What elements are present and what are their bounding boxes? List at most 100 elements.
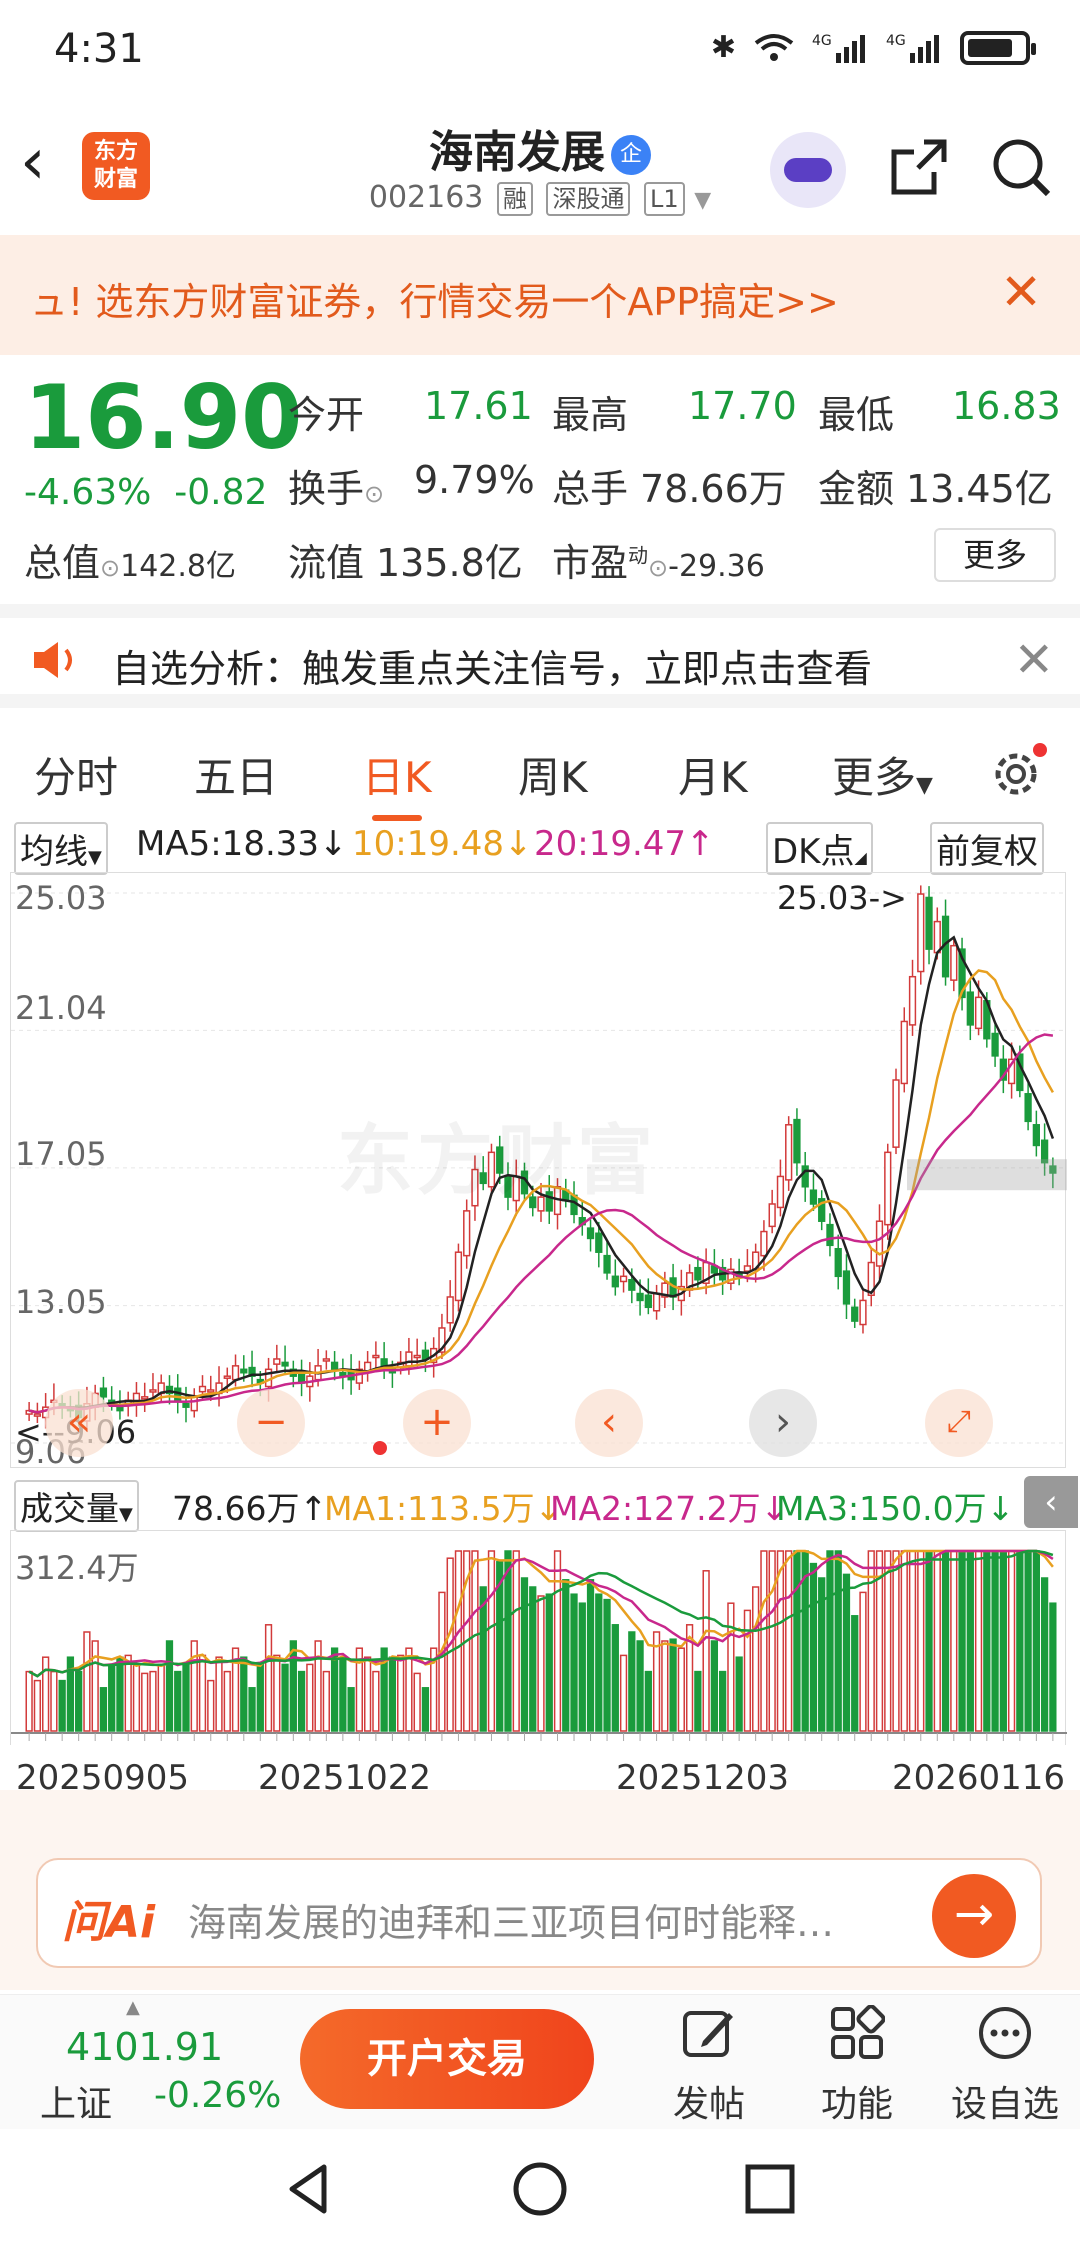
candle — [875, 1220, 884, 1267]
candle — [586, 1227, 595, 1240]
close-icon[interactable]: ✕ — [1014, 632, 1054, 688]
ma20-value: 20:19.47↑ — [534, 824, 715, 864]
svg-text:4G: 4G — [812, 33, 832, 49]
tab-five-day[interactable]: 五日 — [194, 744, 278, 805]
scroll-right-icon[interactable]: › — [749, 1389, 817, 1457]
candle — [372, 1354, 380, 1359]
zoom-out-icon[interactable]: − — [237, 1389, 305, 1457]
nav-recents-icon[interactable] — [740, 2159, 800, 2219]
volume-bar — [826, 1550, 834, 1732]
nav-post[interactable]: 发帖 — [644, 2005, 774, 2127]
ma-selector[interactable]: 均线▼ — [14, 822, 108, 875]
volume-bar — [785, 1550, 793, 1732]
watch-notice[interactable]: 自选分析：触发重点关注信号，立即点击查看 ✕ — [0, 604, 1080, 708]
signal-dot — [373, 1441, 387, 1455]
settings-gear-icon[interactable] — [988, 740, 1050, 802]
stock-header: ‹ 东方 财富 海南发展企 002163 融 深股通 L1 ▼ — [0, 100, 1080, 235]
volume-bar — [256, 1663, 264, 1732]
tab-intraday[interactable]: 分时 — [34, 744, 118, 805]
price-band — [907, 1159, 1067, 1191]
volume-bar — [33, 1679, 42, 1732]
candle — [743, 1265, 752, 1272]
promo-banner[interactable]: ュ! 选东方财富证券，行情交易一个APP搞定>> ✕ — [0, 235, 1080, 355]
index-value[interactable]: 4101.91 — [66, 2025, 223, 2069]
share-icon[interactable] — [884, 132, 954, 202]
info-icon[interactable]: ⊙ — [100, 554, 120, 582]
candle — [454, 1251, 463, 1302]
candle — [900, 1020, 908, 1085]
volume-bar — [264, 1624, 273, 1732]
index-change[interactable]: -0.26% — [154, 2075, 281, 2116]
volume-bar — [50, 1670, 58, 1732]
more-button[interactable]: 更多 — [934, 528, 1056, 582]
volume-bar — [562, 1579, 570, 1732]
close-icon[interactable]: ✕ — [1000, 263, 1042, 321]
volume-bar — [372, 1670, 380, 1732]
volume-bar — [289, 1640, 297, 1732]
candle — [884, 1151, 892, 1226]
volume-bar — [619, 1654, 628, 1732]
volume-bar — [487, 1550, 496, 1732]
open-account-button[interactable]: 开户交易 — [300, 2009, 594, 2109]
candle — [413, 1354, 421, 1359]
volume-y-max: 312.4万 — [15, 1549, 139, 1587]
volume-bar — [413, 1672, 421, 1732]
search-icon[interactable] — [986, 132, 1056, 202]
tab-weekly-k[interactable]: 周K — [518, 744, 588, 805]
turnover-label: 换手⊙ — [288, 458, 384, 513]
scroll-left-icon[interactable]: ‹ — [575, 1389, 643, 1457]
volume-bar — [793, 1550, 801, 1732]
volume-bar — [165, 1640, 174, 1732]
volume-bar — [545, 1593, 553, 1732]
nav-back-icon[interactable] — [280, 2159, 340, 2219]
candle — [768, 1203, 776, 1228]
nav-functions-label: 功能 — [820, 2084, 893, 2125]
index-name[interactable]: 上证 — [40, 2075, 112, 2127]
dk-point-selector[interactable]: DK点◢ — [766, 822, 873, 875]
volume-selector[interactable]: 成交量▼ — [14, 1480, 139, 1532]
volume-bar — [1007, 1550, 1016, 1732]
price-change: -4.63% -0.82 — [24, 472, 267, 513]
collapse-left-icon[interactable]: « — [45, 1389, 113, 1457]
adjust-selector[interactable]: 前复权 — [930, 822, 1044, 875]
volume-bar — [859, 1591, 867, 1732]
info-icon[interactable]: ⊙ — [364, 480, 384, 508]
volume-bar — [1049, 1602, 1057, 1732]
high-value: 17.70 — [688, 384, 797, 428]
nav-add-watchlist[interactable]: 设自选 — [940, 2005, 1070, 2127]
volume-bar — [405, 1647, 413, 1732]
corner-icon: ◢ — [854, 848, 867, 867]
nav-home-icon[interactable] — [510, 2159, 570, 2219]
tab-more[interactable]: 更多▼ — [832, 744, 933, 805]
amount-value: 13.45亿 — [906, 467, 1053, 511]
candlestick-chart[interactable]: 25.03 21.04 17.05 13.05 9.06 25.03-> <--… — [10, 872, 1067, 1471]
candle — [809, 1189, 818, 1205]
tag-level: L1 — [644, 182, 685, 216]
open-value: 17.61 — [424, 384, 533, 428]
volume-bar — [42, 1656, 50, 1732]
tab-daily-k[interactable]: 日K — [362, 744, 432, 821]
candle — [892, 1079, 900, 1148]
current-price: 16.90 — [24, 366, 303, 469]
volume-bar — [537, 1595, 545, 1732]
volume-chart[interactable]: 312.4万 — [10, 1530, 1067, 1745]
volume-bar — [471, 1550, 479, 1732]
arrow-right-icon[interactable]: → — [932, 1874, 1016, 1958]
ai-assistant-icon[interactable] — [770, 132, 846, 208]
collapse-panel-icon[interactable]: ‹ — [1024, 1476, 1078, 1528]
ai-question-box[interactable]: 问Ai 海南发展的迪拜和三亚项目何时能释… → — [36, 1858, 1042, 1968]
nav-functions[interactable]: 功能 — [792, 2004, 922, 2127]
fullscreen-icon[interactable]: ⤢ — [925, 1389, 993, 1457]
volume-bar — [281, 1663, 289, 1732]
volume-bar — [207, 1679, 215, 1732]
volume-bar — [900, 1550, 908, 1732]
more-dots-icon — [979, 2007, 1031, 2059]
volume-bar — [950, 1550, 958, 1732]
volume-bar — [363, 1656, 372, 1732]
candle — [933, 920, 941, 954]
tab-monthly-k[interactable]: 月K — [678, 744, 748, 805]
zoom-in-icon[interactable]: + — [403, 1389, 471, 1457]
period-tabs: 分时 五日 日K 周K 月K 更多▼ — [0, 720, 1080, 821]
volume-bar — [529, 1586, 537, 1732]
info-icon[interactable]: ⊙ — [648, 554, 668, 582]
